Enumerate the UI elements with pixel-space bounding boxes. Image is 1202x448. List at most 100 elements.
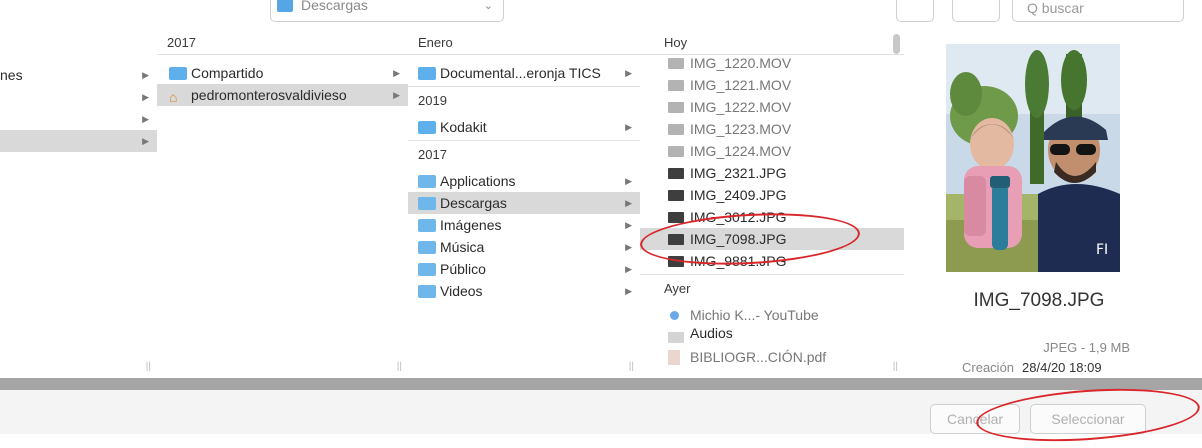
home-icon: ⌂ [169,89,178,105]
location-popup[interactable]: Descargas ⌄ [270,0,504,22]
file-item[interactable]: IMG_2321.JPG [640,162,904,184]
item-label: Público [440,261,486,277]
file-item[interactable]: IMG_2409.JPG [640,184,904,206]
file-item[interactable]: IMG_1221.MOV [640,74,904,96]
image-file-icon [668,190,684,201]
folder-item-applications[interactable]: Applications ▶ [408,170,640,192]
file-item[interactable]: IMG_1222.MOV [640,96,904,118]
dialog-footer: Cancelar Seleccionar [0,390,1202,434]
list-item[interactable]: ▶ [0,86,157,108]
divider [157,54,408,55]
column-2: 2017 Compartido ▶ ⌂ pedromonterosvaldivi… [157,30,409,378]
image-file-icon [668,256,684,267]
file-name: IMG_1220.MOV [690,55,792,71]
preview-filename: IMG_7098.JPG [973,290,1105,311]
movie-file-icon [668,146,684,157]
file-item[interactable]: IMG_1224.MOV [640,140,904,162]
webloc-file-icon [670,311,679,320]
folder-item-publico[interactable]: Público ▶ [408,258,640,280]
image-file-icon [668,212,684,223]
chevron-right-icon: ▶ [142,114,149,124]
chevron-right-icon: ▶ [625,264,632,274]
divider [408,140,640,141]
music-folder-icon [418,241,436,254]
chevron-right-icon: ▶ [625,198,632,208]
file-name: IMG_2321.JPG [690,165,787,181]
column-1: nes ▶ ▶ ▶ ▶ || [0,30,158,378]
divider [408,54,640,55]
share-button[interactable] [896,0,934,22]
list-item-selected[interactable]: ▶ [0,130,157,152]
movie-file-icon [668,58,684,69]
chevron-right-icon: ▶ [625,68,632,78]
toolbar: Descargas ⌄ Q buscar [0,0,1202,30]
chevron-right-icon: ▶ [393,90,400,100]
column-3: Enero Documental...eronja TICS ▶ 2019 Ko… [408,30,641,378]
file-name: IMG_9881.JPG [690,253,787,269]
horizontal-scrollbar[interactable] [0,378,1202,390]
column-resize-handle[interactable]: || [893,361,898,372]
folder-icon [418,67,436,80]
chevron-right-icon: ▶ [142,70,149,80]
file-name: BIBLIOGR...CIÓN.pdf [690,349,827,365]
item-label: Compartido [191,65,264,81]
section-header: Ayer [664,281,691,296]
file-name: IMG_1222.MOV [690,99,792,115]
item-label: Videos [440,283,483,299]
file-item[interactable]: IMG_1220.MOV [640,52,904,74]
item-label: Música [440,239,485,255]
folder-item-videos[interactable]: Videos ▶ [408,280,640,302]
folder-item-imagenes[interactable]: Imágenes ▶ [408,214,640,236]
folder-icon [277,0,293,12]
pictures-folder-icon [418,219,436,232]
movie-file-icon [668,80,684,91]
list-item[interactable]: nes ▶ [0,64,157,86]
item-label: Applications [440,173,516,189]
section-header: Enero [418,35,453,50]
item-label: pedromonterosvaldivieso [191,87,347,103]
tag-button[interactable] [952,0,1000,22]
section-header: 2017 [167,35,196,50]
item-label: Kodakit [440,119,487,135]
file-name: IMG_1221.MOV [690,77,792,93]
vertical-scrollbar[interactable] [893,34,900,54]
file-item-selected[interactable]: IMG_7098.JPG [640,228,904,250]
list-item[interactable]: ▶ [0,108,157,130]
file-item[interactable]: IMG_1223.MOV [640,118,904,140]
folder-item-musica[interactable]: Música ▶ [408,236,640,258]
movie-file-icon [668,124,684,135]
created-label: Creación [962,360,1015,375]
column-4: Hoy IMG_1220.MOV IMG_1221.MOV IMG_1222.M… [640,30,905,378]
column-resize-handle[interactable]: || [629,361,634,372]
chevron-right-icon: ▶ [625,176,632,186]
file-item[interactable]: IMG_9881.JPG [640,250,904,272]
chevron-right-icon: ▶ [142,136,149,146]
column-resize-handle[interactable]: || [397,361,402,372]
file-item[interactable]: BIBLIOGR...CIÓN.pdf [640,346,904,368]
movies-folder-icon [418,285,436,298]
column-resize-handle[interactable]: || [146,361,151,372]
folder-item-descargas[interactable]: Descargas ▶ [408,192,640,214]
folder-item-home[interactable]: ⌂ pedromonterosvaldivieso ▶ [157,84,408,106]
chevron-right-icon: ▶ [625,242,632,252]
cancel-button[interactable]: Cancelar [930,404,1020,434]
section-header: 2019 [418,93,447,108]
file-item[interactable]: IMG_3012.JPG [640,206,904,228]
pdf-file-icon [668,350,680,365]
created-value: 28/4/20 18:09 [1022,360,1102,375]
folder-icon [169,67,187,80]
folder-item-kodakit[interactable]: Kodakit ▶ [408,116,640,138]
folder-item-audios[interactable]: Audios [640,325,904,348]
folder-item-compartido[interactable]: Compartido ▶ [157,62,408,84]
file-name: IMG_3012.JPG [690,209,787,225]
file-name: IMG_2409.JPG [690,187,787,203]
chevron-down-icon: ⌄ [483,0,493,12]
folder-item-documental[interactable]: Documental...eronja TICS ▶ [408,62,640,84]
applications-folder-icon [418,175,436,188]
search-input[interactable]: Q buscar [1012,0,1184,22]
image-file-icon [668,168,684,179]
search-placeholder: Q buscar [1027,0,1084,16]
select-button[interactable]: Seleccionar [1030,404,1146,434]
chevron-right-icon: ▶ [393,68,400,78]
file-item[interactable]: Michio K...- YouTube [640,304,904,326]
